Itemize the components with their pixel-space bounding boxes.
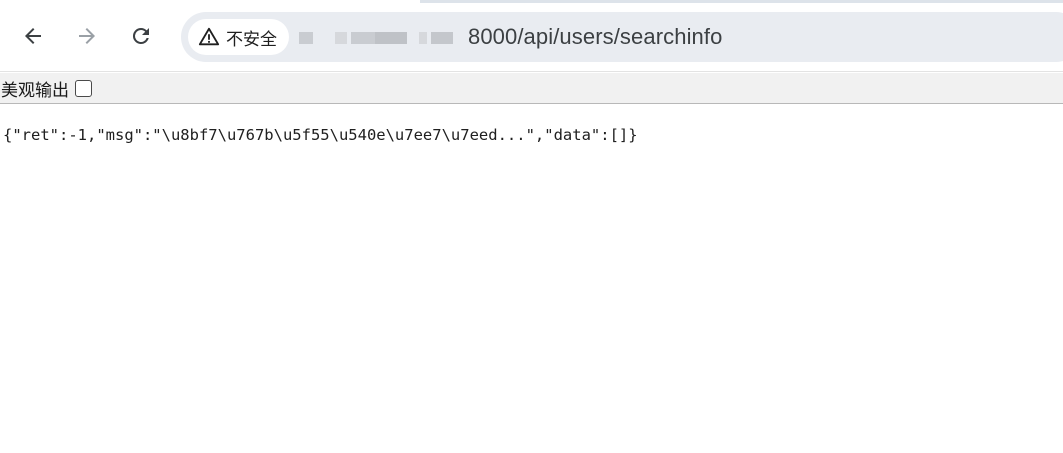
browser-toolbar: 不安全 8000/api/users/searchinfo: [0, 0, 1063, 72]
security-indicator[interactable]: 不安全: [188, 19, 289, 55]
pretty-print-bar: 美观输出: [0, 73, 1063, 104]
pretty-print-checkbox[interactable]: [75, 79, 92, 97]
back-button[interactable]: [15, 18, 51, 54]
reload-button[interactable]: [123, 18, 159, 54]
redacted-host: [299, 25, 467, 49]
address-bar[interactable]: 不安全 8000/api/users/searchinfo: [181, 12, 1063, 62]
json-response-text: {"ret":-1,"msg":"\u8bf7\u767b\u5f55\u540…: [3, 126, 638, 144]
url-text: 8000/api/users/searchinfo: [468, 24, 723, 49]
security-label: 不安全: [226, 29, 277, 50]
warning-triangle-icon: [198, 27, 220, 46]
arrow-left-icon: [25, 28, 41, 44]
forward-button[interactable]: [69, 18, 105, 54]
reload-icon: [132, 27, 149, 44]
pretty-print-label: 美观输出: [1, 80, 69, 101]
tab-strip-edge: [420, 0, 1063, 3]
arrow-right-icon: [79, 28, 95, 44]
url-field[interactable]: 8000/api/users/searchinfo: [299, 12, 722, 62]
